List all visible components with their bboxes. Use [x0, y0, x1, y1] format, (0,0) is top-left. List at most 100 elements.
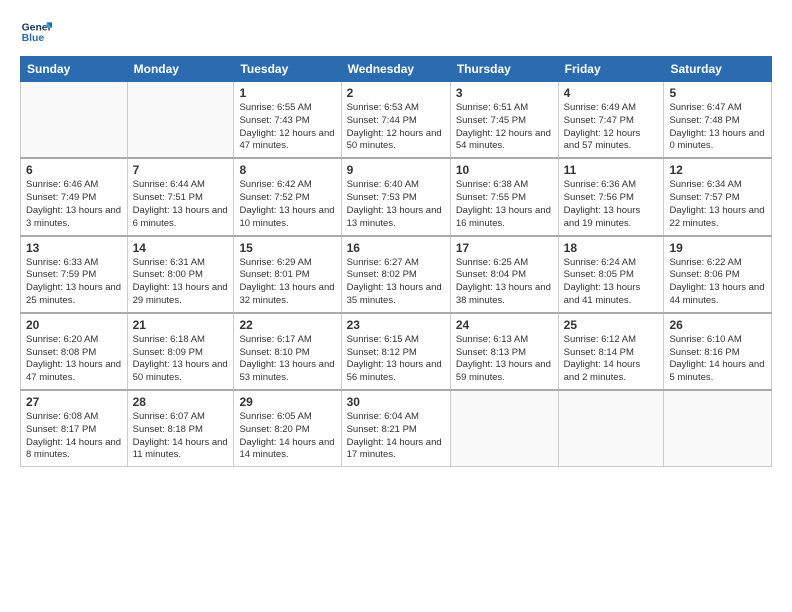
day-info: Sunrise: 6:22 AM Sunset: 8:06 PM Dayligh… — [669, 257, 766, 308]
calendar-cell: 2 Sunrise: 6:53 AM Sunset: 7:44 PM Daylig… — [341, 82, 450, 159]
day-number: 14 — [133, 241, 229, 255]
day-number: 17 — [456, 241, 553, 255]
calendar-week-4: 20 Sunrise: 6:20 AM Sunset: 8:08 PM Dayli… — [21, 313, 772, 390]
day-info: Sunrise: 6:20 AM Sunset: 8:08 PM Dayligh… — [26, 334, 122, 385]
day-number: 16 — [347, 241, 445, 255]
calendar-cell: 19 Sunrise: 6:22 AM Sunset: 8:06 PM Dayli… — [664, 236, 772, 313]
calendar-cell: 1 Sunrise: 6:55 AM Sunset: 7:43 PM Daylig… — [234, 82, 341, 159]
day-info: Sunrise: 6:15 AM Sunset: 8:12 PM Dayligh… — [347, 334, 445, 385]
day-info: Sunrise: 6:42 AM Sunset: 7:52 PM Dayligh… — [239, 179, 335, 230]
day-number: 3 — [456, 86, 553, 100]
calendar-cell — [127, 82, 234, 159]
logo: General Blue — [20, 16, 52, 48]
calendar-cell: 21Sunrise: 6:18 AM Sunset: 8:09 PM Dayli… — [127, 313, 234, 390]
day-info: Sunrise: 6:29 AM Sunset: 8:01 PM Dayligh… — [239, 257, 335, 308]
calendar-cell: 12 Sunrise: 6:34 AM Sunset: 7:57 PM Dayli… — [664, 158, 772, 235]
column-header-wednesday: Wednesday — [341, 57, 450, 82]
day-info: Sunrise: 6:08 AM Sunset: 8:17 PM Dayligh… — [26, 411, 122, 462]
day-number: 7 — [133, 163, 229, 177]
calendar-cell: 18Sunrise: 6:24 AM Sunset: 8:05 PM Dayli… — [558, 236, 664, 313]
calendar-cell — [558, 390, 664, 467]
calendar-week-3: 13 Sunrise: 6:33 AM Sunset: 7:59 PM Dayli… — [21, 236, 772, 313]
day-number: 20 — [26, 318, 122, 332]
day-number: 29 — [239, 395, 335, 409]
calendar-cell: 27 Sunrise: 6:08 AM Sunset: 8:17 PM Dayli… — [21, 390, 128, 467]
day-info: Sunrise: 6:12 AM Sunset: 8:14 PM Dayligh… — [564, 334, 659, 385]
calendar-cell: 13 Sunrise: 6:33 AM Sunset: 7:59 PM Dayli… — [21, 236, 128, 313]
day-number: 28 — [133, 395, 229, 409]
day-info: Sunrise: 6:55 AM Sunset: 7:43 PM Dayligh… — [239, 102, 335, 153]
calendar-cell: 4Sunrise: 6:49 AM Sunset: 7:47 PM Daylig… — [558, 82, 664, 159]
calendar-header-row: SundayMondayTuesdayWednesdayThursdayFrid… — [21, 57, 772, 82]
calendar-cell: 26 Sunrise: 6:10 AM Sunset: 8:16 PM Dayli… — [664, 313, 772, 390]
calendar-cell: 22 Sunrise: 6:17 AM Sunset: 8:10 PM Dayli… — [234, 313, 341, 390]
header: General Blue — [20, 16, 772, 48]
day-info: Sunrise: 6:33 AM Sunset: 7:59 PM Dayligh… — [26, 257, 122, 308]
day-info: Sunrise: 6:07 AM Sunset: 8:18 PM Dayligh… — [133, 411, 229, 462]
day-number: 25 — [564, 318, 659, 332]
column-header-sunday: Sunday — [21, 57, 128, 82]
day-info: Sunrise: 6:34 AM Sunset: 7:57 PM Dayligh… — [669, 179, 766, 230]
calendar-cell: 16 Sunrise: 6:27 AM Sunset: 8:02 PM Dayli… — [341, 236, 450, 313]
calendar-cell: 11Sunrise: 6:36 AM Sunset: 7:56 PM Dayli… — [558, 158, 664, 235]
day-info: Sunrise: 6:13 AM Sunset: 8:13 PM Dayligh… — [456, 334, 553, 385]
day-info: Sunrise: 6:27 AM Sunset: 8:02 PM Dayligh… — [347, 257, 445, 308]
calendar-cell: 23 Sunrise: 6:15 AM Sunset: 8:12 PM Dayli… — [341, 313, 450, 390]
day-number: 12 — [669, 163, 766, 177]
calendar-cell: 8 Sunrise: 6:42 AM Sunset: 7:52 PM Daylig… — [234, 158, 341, 235]
calendar-cell: 14 Sunrise: 6:31 AM Sunset: 8:00 PM Dayli… — [127, 236, 234, 313]
day-number: 26 — [669, 318, 766, 332]
day-number: 19 — [669, 241, 766, 255]
calendar-cell: 24Sunrise: 6:13 AM Sunset: 8:13 PM Dayli… — [450, 313, 558, 390]
day-number: 23 — [347, 318, 445, 332]
day-info: Sunrise: 6:17 AM Sunset: 8:10 PM Dayligh… — [239, 334, 335, 385]
day-info: Sunrise: 6:46 AM Sunset: 7:49 PM Dayligh… — [26, 179, 122, 230]
calendar-cell: 6Sunrise: 6:46 AM Sunset: 7:49 PM Daylig… — [21, 158, 128, 235]
day-info: Sunrise: 6:10 AM Sunset: 8:16 PM Dayligh… — [669, 334, 766, 385]
day-info: Sunrise: 6:44 AM Sunset: 7:51 PM Dayligh… — [133, 179, 229, 230]
calendar-week-1: 1 Sunrise: 6:55 AM Sunset: 7:43 PM Daylig… — [21, 82, 772, 159]
day-number: 11 — [564, 163, 659, 177]
day-number: 10 — [456, 163, 553, 177]
day-number: 15 — [239, 241, 335, 255]
calendar-cell — [664, 390, 772, 467]
day-number: 13 — [26, 241, 122, 255]
column-header-monday: Monday — [127, 57, 234, 82]
day-number: 27 — [26, 395, 122, 409]
day-number: 30 — [347, 395, 445, 409]
logo-icon: General Blue — [20, 16, 52, 48]
day-number: 8 — [239, 163, 335, 177]
calendar-cell: 25 Sunrise: 6:12 AM Sunset: 8:14 PM Dayli… — [558, 313, 664, 390]
day-number: 5 — [669, 86, 766, 100]
day-info: Sunrise: 6:24 AM Sunset: 8:05 PM Dayligh… — [564, 257, 659, 308]
page: General Blue SundayMondayTuesdayWednesda… — [0, 0, 792, 612]
day-info: Sunrise: 6:53 AM Sunset: 7:44 PM Dayligh… — [347, 102, 445, 153]
day-number: 21 — [133, 318, 229, 332]
day-number: 2 — [347, 86, 445, 100]
day-info: Sunrise: 6:38 AM Sunset: 7:55 PM Dayligh… — [456, 179, 553, 230]
day-number: 22 — [239, 318, 335, 332]
calendar-cell: 7 Sunrise: 6:44 AM Sunset: 7:51 PM Daylig… — [127, 158, 234, 235]
calendar-cell: 10 Sunrise: 6:38 AM Sunset: 7:55 PM Dayli… — [450, 158, 558, 235]
calendar-cell: 29Sunrise: 6:05 AM Sunset: 8:20 PM Dayli… — [234, 390, 341, 467]
column-header-thursday: Thursday — [450, 57, 558, 82]
day-info: Sunrise: 6:40 AM Sunset: 7:53 PM Dayligh… — [347, 179, 445, 230]
calendar-week-2: 6Sunrise: 6:46 AM Sunset: 7:49 PM Daylig… — [21, 158, 772, 235]
day-info: Sunrise: 6:04 AM Sunset: 8:21 PM Dayligh… — [347, 411, 445, 462]
column-header-friday: Friday — [558, 57, 664, 82]
calendar-cell: 30 Sunrise: 6:04 AM Sunset: 8:21 PM Dayli… — [341, 390, 450, 467]
day-info: Sunrise: 6:47 AM Sunset: 7:48 PM Dayligh… — [669, 102, 766, 153]
column-header-tuesday: Tuesday — [234, 57, 341, 82]
day-number: 1 — [239, 86, 335, 100]
calendar: SundayMondayTuesdayWednesdayThursdayFrid… — [20, 56, 772, 467]
calendar-cell: 9 Sunrise: 6:40 AM Sunset: 7:53 PM Daylig… — [341, 158, 450, 235]
day-info: Sunrise: 6:49 AM Sunset: 7:47 PM Dayligh… — [564, 102, 659, 153]
day-info: Sunrise: 6:31 AM Sunset: 8:00 PM Dayligh… — [133, 257, 229, 308]
day-info: Sunrise: 6:51 AM Sunset: 7:45 PM Dayligh… — [456, 102, 553, 153]
calendar-cell — [21, 82, 128, 159]
calendar-cell: 20 Sunrise: 6:20 AM Sunset: 8:08 PM Dayli… — [21, 313, 128, 390]
column-header-saturday: Saturday — [664, 57, 772, 82]
day-number: 9 — [347, 163, 445, 177]
calendar-cell: 15 Sunrise: 6:29 AM Sunset: 8:01 PM Dayli… — [234, 236, 341, 313]
calendar-cell: 3 Sunrise: 6:51 AM Sunset: 7:45 PM Daylig… — [450, 82, 558, 159]
